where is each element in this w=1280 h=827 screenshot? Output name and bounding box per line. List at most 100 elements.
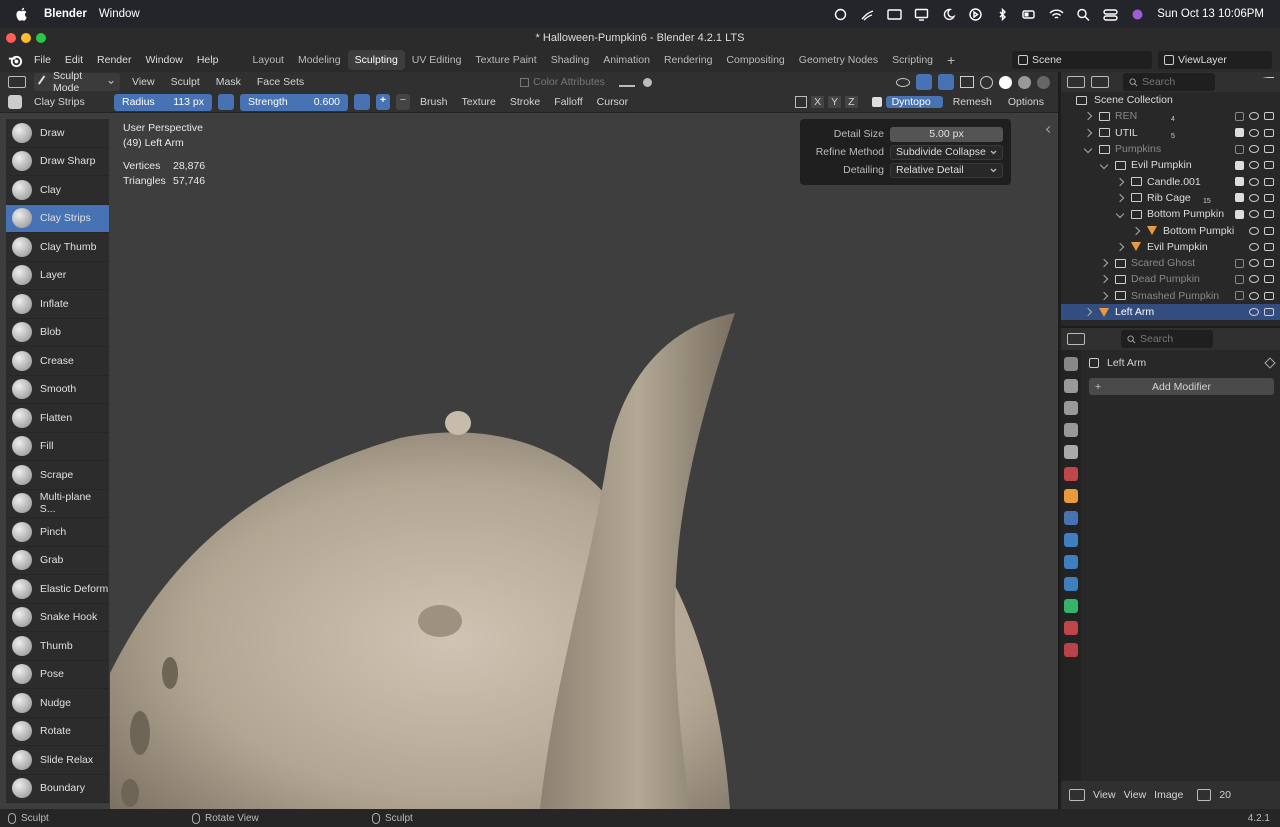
close-window-button[interactable] [6,33,16,43]
expand-arrow-icon[interactable] [1115,177,1125,186]
tool-draw-sharp[interactable]: Draw Sharp [6,147,109,176]
material-tab-icon[interactable] [1064,621,1078,635]
menu-help[interactable]: Help [190,54,226,66]
menu-view[interactable]: View [128,76,159,88]
radius-field[interactable]: Radius 113 px [114,93,212,111]
brush-name[interactable]: Clay Strips [28,96,108,108]
image-view-dropdown[interactable]: View [1093,789,1116,801]
mode-selector[interactable]: Sculpt Mode [34,70,120,94]
world-tab-icon[interactable] [1064,467,1078,481]
tool-elastic-deform[interactable]: Elastic Deform [6,575,109,604]
eye-icon[interactable] [1249,242,1259,251]
tool-clay-thumb[interactable]: Clay Thumb [6,233,109,262]
spotlight-search-icon[interactable] [1076,8,1091,21]
sculpt-mesh[interactable] [0,113,1058,809]
tool-scrape[interactable]: Scrape [6,461,109,490]
tool-thumb[interactable]: Thumb [6,632,109,661]
brush-menu[interactable]: Brush [416,96,451,108]
pumpkin-stem[interactable] [445,411,471,435]
overlay-icon[interactable] [938,74,954,90]
view-layer-selector[interactable]: ViewLayer [1158,51,1272,69]
outliner-row[interactable]: Dead Pumpkin [1061,271,1280,287]
creative-cloud-icon[interactable] [833,8,848,21]
menu-edit[interactable]: Edit [58,54,90,66]
expand-arrow-icon[interactable] [1099,258,1109,268]
camera-icon[interactable] [1264,275,1274,284]
menu-mask[interactable]: Mask [212,76,245,88]
expand-arrow-icon[interactable] [1115,209,1125,219]
rib-hole-1[interactable] [130,711,150,755]
tool-pose[interactable]: Pose [6,660,109,689]
image-editor-icon[interactable] [1069,789,1085,801]
tool-nudge[interactable]: Nudge [6,689,109,718]
camera-icon[interactable] [1264,177,1274,186]
image-browse-icon[interactable] [1197,789,1212,801]
outliner-row[interactable]: Candle.001 [1061,173,1280,189]
detail-size-field[interactable]: 5.00 px [890,126,1003,142]
outliner-root[interactable]: Scene Collection [1061,92,1280,108]
eye-icon[interactable] [1249,161,1259,170]
render-tab-icon[interactable] [1064,379,1078,393]
falloff-menu[interactable]: Falloff [550,96,586,108]
play-icon[interactable] [968,7,983,21]
expand-arrow-icon[interactable] [1099,291,1109,300]
cursor-menu[interactable]: Cursor [593,96,633,108]
options-menu[interactable]: Options [1002,96,1050,108]
wireframe-shading-icon[interactable] [980,75,993,89]
broadcast-icon[interactable] [860,8,875,21]
camera-icon[interactable] [1264,259,1274,268]
image-view-menu[interactable]: View [1124,789,1147,801]
radius-pressure-icon[interactable] [218,94,234,110]
pumpkin-dent[interactable] [418,605,462,637]
camera-icon[interactable] [1264,308,1274,316]
camera-icon[interactable] [1264,291,1274,300]
app-name[interactable]: Blender [44,8,87,20]
exclude-checkbox[interactable] [1235,144,1244,154]
outliner-search[interactable]: Search [1123,73,1215,91]
camera-icon[interactable] [1264,193,1274,202]
exclude-checkbox[interactable] [1235,177,1244,187]
visibility-icon[interactable] [896,77,910,87]
remesh-menu[interactable]: Remesh [947,96,998,108]
tool-snake-hook[interactable]: Snake Hook [6,603,109,632]
gizmo-icon[interactable] [916,74,932,90]
expand-arrow-icon[interactable] [1099,275,1109,284]
outliner-row[interactable]: Scared Ghost [1061,255,1280,271]
modifier-tab-icon[interactable] [1064,511,1078,525]
tool-crease[interactable]: Crease [6,347,109,376]
stroke-menu[interactable]: Stroke [506,96,544,108]
eye-icon[interactable] [1249,291,1259,300]
tool-layer[interactable]: Layer [6,261,109,290]
tool-fill[interactable]: Fill [6,432,109,461]
blender-logo-icon[interactable] [8,53,23,68]
minimize-window-button[interactable] [21,33,31,43]
tool-boundary[interactable]: Boundary [6,774,109,803]
eye-icon[interactable] [1249,177,1259,186]
outliner-row[interactable]: Left Arm [1061,303,1280,321]
dyntopo-checkbox[interactable] [871,97,882,107]
brush-preview-icon[interactable] [8,95,22,109]
outliner-row[interactable]: Evil Pumpkin [1061,157,1280,173]
camera-icon[interactable] [1264,210,1274,219]
material-shading-icon[interactable] [1018,75,1031,89]
expand-arrow-icon[interactable] [1083,112,1093,121]
tool-rotate[interactable]: Rotate [6,717,109,746]
outliner-row[interactable]: Bottom Pumpki [1061,222,1280,238]
object-tab-icon[interactable] [1064,489,1078,503]
eye-icon[interactable] [1249,112,1259,121]
battery-icon[interactable] [1022,8,1037,21]
tool-smooth[interactable]: Smooth [6,375,109,404]
symmetry-x-toggle[interactable]: X [811,96,825,108]
3d-viewport[interactable]: Draw Draw Sharp Clay Clay Strips Clay Thumb L… [0,113,1058,809]
apple-icon[interactable] [14,6,30,22]
moon-icon[interactable] [941,8,956,21]
symmetry-z-toggle[interactable]: Z [845,96,858,108]
zoom-window-button[interactable] [36,33,46,43]
workspace-tab-compositing[interactable]: Compositing [719,50,791,70]
exclude-checkbox[interactable] [1235,258,1244,268]
bluetooth-icon[interactable] [995,7,1010,21]
eye-icon[interactable] [1249,226,1259,235]
outliner-row[interactable]: Bottom Pumpkin [1061,206,1280,222]
scene-selector[interactable]: Scene [1012,51,1152,69]
output-tab-icon[interactable] [1064,401,1078,415]
